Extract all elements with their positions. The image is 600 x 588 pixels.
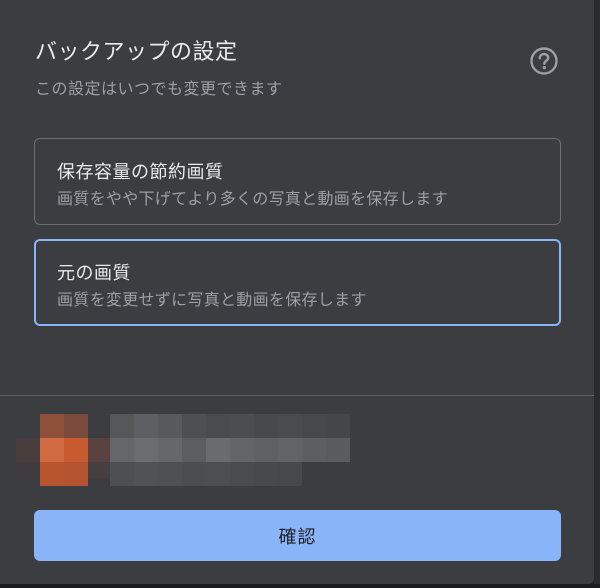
- account-avatar: [16, 414, 110, 490]
- background-edge: [594, 0, 600, 588]
- option-storage-saver[interactable]: 保存容量の節約画質 画質をやや下げてより多くの写真と動画を保存します: [34, 138, 561, 225]
- option-description: 画質をやや下げてより多くの写真と動画を保存します: [57, 189, 448, 208]
- option-original-quality[interactable]: 元の画質 画質を変更せずに写真と動画を保存します: [34, 239, 561, 326]
- dialog-subtitle: この設定はいつでも変更できます: [35, 79, 283, 98]
- option-description: 画質を変更せずに写真と動画を保存します: [57, 290, 367, 309]
- backup-settings-dialog: バックアップの設定 この設定はいつでも変更できます 保存容量の節約画質 画質をや…: [0, 0, 594, 584]
- option-title: 元の画質: [57, 263, 131, 284]
- divider: [0, 395, 594, 396]
- dialog-title: バックアップの設定: [35, 40, 238, 65]
- option-title: 保存容量の節約画質: [57, 162, 224, 183]
- confirm-button[interactable]: 確認: [34, 510, 561, 561]
- account-info-redacted: [110, 414, 360, 490]
- help-circle-icon: [530, 47, 558, 75]
- background-strip: [0, 584, 600, 588]
- account-row: [16, 414, 356, 490]
- help-icon[interactable]: [528, 45, 560, 77]
